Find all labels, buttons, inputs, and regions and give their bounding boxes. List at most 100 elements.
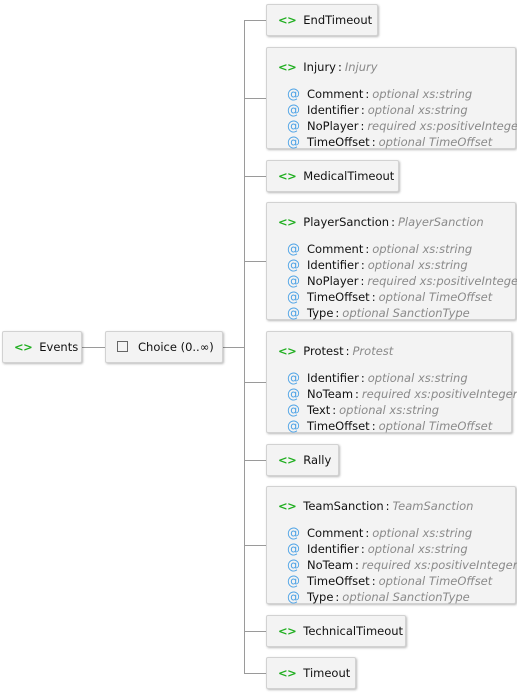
attribute-use: optional xyxy=(367,103,415,117)
attribute-icon: @ xyxy=(287,306,300,321)
element-endtimeout[interactable]: <> EndTimeout xyxy=(266,4,378,36)
attribute-icon: @ xyxy=(287,419,300,434)
attribute-name: NoTeam xyxy=(307,558,354,572)
attribute-list: @ Identifier: optional xs:string @ NoTeam: re… xyxy=(287,370,517,434)
attribute-row[interactable]: @ Comment: optional xs:string xyxy=(287,86,517,102)
choice-icon xyxy=(117,341,128,352)
element-medicaltimeout[interactable]: <> MedicalTimeout xyxy=(266,160,399,192)
attribute-icon: @ xyxy=(287,590,300,605)
element-icon: <> xyxy=(278,499,297,513)
attribute-name: NoTeam xyxy=(307,387,354,401)
attribute-name: Comment xyxy=(307,87,364,101)
element-type: PlayerSanction xyxy=(397,215,484,229)
type-separator: : xyxy=(371,135,376,149)
element-type: Injury xyxy=(344,60,378,74)
attribute-name: Type xyxy=(307,590,334,604)
element-type: TeamSanction xyxy=(392,499,474,513)
element-icon: <> xyxy=(278,453,297,467)
element-technicaltimeout[interactable]: <> TechnicalTimeout xyxy=(266,615,406,647)
type-separator: : xyxy=(355,387,359,401)
attribute-type: xs:string xyxy=(422,526,473,540)
attribute-type: xs:string xyxy=(417,542,468,556)
attribute-use: optional xyxy=(342,306,389,320)
choice-compositor[interactable]: Choice (0..∞) xyxy=(105,331,223,363)
attribute-use: required xyxy=(361,387,411,401)
attribute-use: optional xyxy=(367,542,415,556)
type-separator: : xyxy=(385,499,390,513)
attribute-row[interactable]: @ Text: optional xs:string xyxy=(287,402,517,418)
attribute-row[interactable]: @ NoTeam: required xs:positiveInteger xyxy=(287,386,517,402)
attribute-use: optional xyxy=(367,258,415,272)
attribute-row[interactable]: @ Identifier: optional xs:string xyxy=(287,541,517,557)
type-separator: : xyxy=(360,119,365,133)
attribute-name: TimeOffset xyxy=(307,290,370,304)
attribute-use: optional xyxy=(367,371,415,385)
attribute-type: xs:string xyxy=(417,371,468,385)
attribute-icon: @ xyxy=(287,258,300,273)
attribute-name: Identifier xyxy=(307,371,359,385)
attribute-type: TimeOffset xyxy=(428,419,493,433)
attribute-icon: @ xyxy=(287,558,300,573)
type-separator: : xyxy=(360,274,365,288)
root-element-events[interactable]: <> Events xyxy=(2,331,82,363)
type-separator: : xyxy=(371,290,376,304)
attribute-name: NoPlayer xyxy=(307,274,359,288)
type-separator: : xyxy=(371,419,376,433)
element-type: Protest xyxy=(352,344,394,358)
element-playersanction[interactable]: <> PlayerSanction: PlayerSanction @ Comment:… xyxy=(266,202,517,321)
attribute-icon: @ xyxy=(287,103,300,118)
attribute-type: TimeOffset xyxy=(428,574,493,588)
attribute-name: Comment xyxy=(307,242,364,256)
element-icon: <> xyxy=(278,215,297,229)
element-teamsanction[interactable]: <> TeamSanction: TeamSanction @ Comment: opti… xyxy=(266,486,517,605)
attribute-row[interactable]: @ TimeOffset: optional TimeOffset xyxy=(287,134,517,150)
attribute-use: optional xyxy=(372,526,419,540)
attribute-list: @ Comment: optional xs:string @ Identifier: o… xyxy=(287,241,517,321)
attribute-icon: @ xyxy=(287,574,300,589)
attribute-type: xs:positiveInteger xyxy=(419,119,517,133)
attribute-icon: @ xyxy=(287,542,300,557)
attribute-row[interactable]: @ NoPlayer: required xs:positiveInteger xyxy=(287,273,517,289)
element-name: TechnicalTimeout xyxy=(303,624,404,638)
attribute-name: TimeOffset xyxy=(307,419,370,433)
type-separator: : xyxy=(345,344,350,358)
element-timeout[interactable]: <> Timeout xyxy=(266,657,356,689)
attribute-row[interactable]: @ Identifier: optional xs:string xyxy=(287,370,517,386)
element-injury[interactable]: <> Injury: Injury @ Comment: optional xs:stri… xyxy=(266,47,517,150)
attribute-row[interactable]: @ Comment: optional xs:string xyxy=(287,525,517,541)
attribute-row[interactable]: @ Comment: optional xs:string xyxy=(287,241,517,257)
attribute-name: Type xyxy=(307,306,334,320)
attribute-row[interactable]: @ TimeOffset: optional TimeOffset xyxy=(287,573,517,589)
attribute-type: xs:positiveInteger xyxy=(414,558,517,572)
attribute-icon: @ xyxy=(287,274,300,289)
attribute-row[interactable]: @ Identifier: optional xs:string xyxy=(287,257,517,273)
attribute-row[interactable]: @ NoPlayer: required xs:positiveInteger xyxy=(287,118,517,134)
attribute-name: Comment xyxy=(307,526,364,540)
attribute-use: required xyxy=(361,558,411,572)
attribute-row[interactable]: @ TimeOffset: optional TimeOffset xyxy=(287,289,517,305)
element-icon: <> xyxy=(278,624,297,638)
attribute-row[interactable]: @ Type: optional SanctionType xyxy=(287,305,517,321)
element-protest[interactable]: <> Protest: Protest @ Identifier: optional xs… xyxy=(266,331,517,434)
type-separator: : xyxy=(335,306,340,320)
attribute-type: xs:string xyxy=(389,403,440,417)
attribute-row[interactable]: @ Type: optional SanctionType xyxy=(287,589,517,605)
type-separator: : xyxy=(332,403,337,417)
element-name: Events xyxy=(39,340,79,354)
element-icon: <> xyxy=(278,344,297,358)
attribute-use: optional xyxy=(378,574,426,588)
element-rally[interactable]: <> Rally xyxy=(266,444,339,476)
attribute-name: TimeOffset xyxy=(307,574,370,588)
attribute-row[interactable]: @ Identifier: optional xs:string xyxy=(287,102,517,118)
element-name: PlayerSanction xyxy=(303,215,390,229)
attribute-row[interactable]: @ NoTeam: required xs:positiveInteger xyxy=(287,557,517,573)
attribute-type: SanctionType xyxy=(392,306,470,320)
attribute-use: optional xyxy=(372,242,419,256)
attribute-list: @ Comment: optional xs:string @ Identifier: o… xyxy=(287,86,517,150)
type-separator: : xyxy=(365,526,370,540)
attribute-name: Text xyxy=(307,403,331,417)
attribute-list: @ Comment: optional xs:string @ Identifier: o… xyxy=(287,525,517,605)
attribute-row[interactable]: @ TimeOffset: optional TimeOffset xyxy=(287,418,517,434)
attribute-type: xs:string xyxy=(422,242,473,256)
attribute-type: xs:string xyxy=(417,103,468,117)
